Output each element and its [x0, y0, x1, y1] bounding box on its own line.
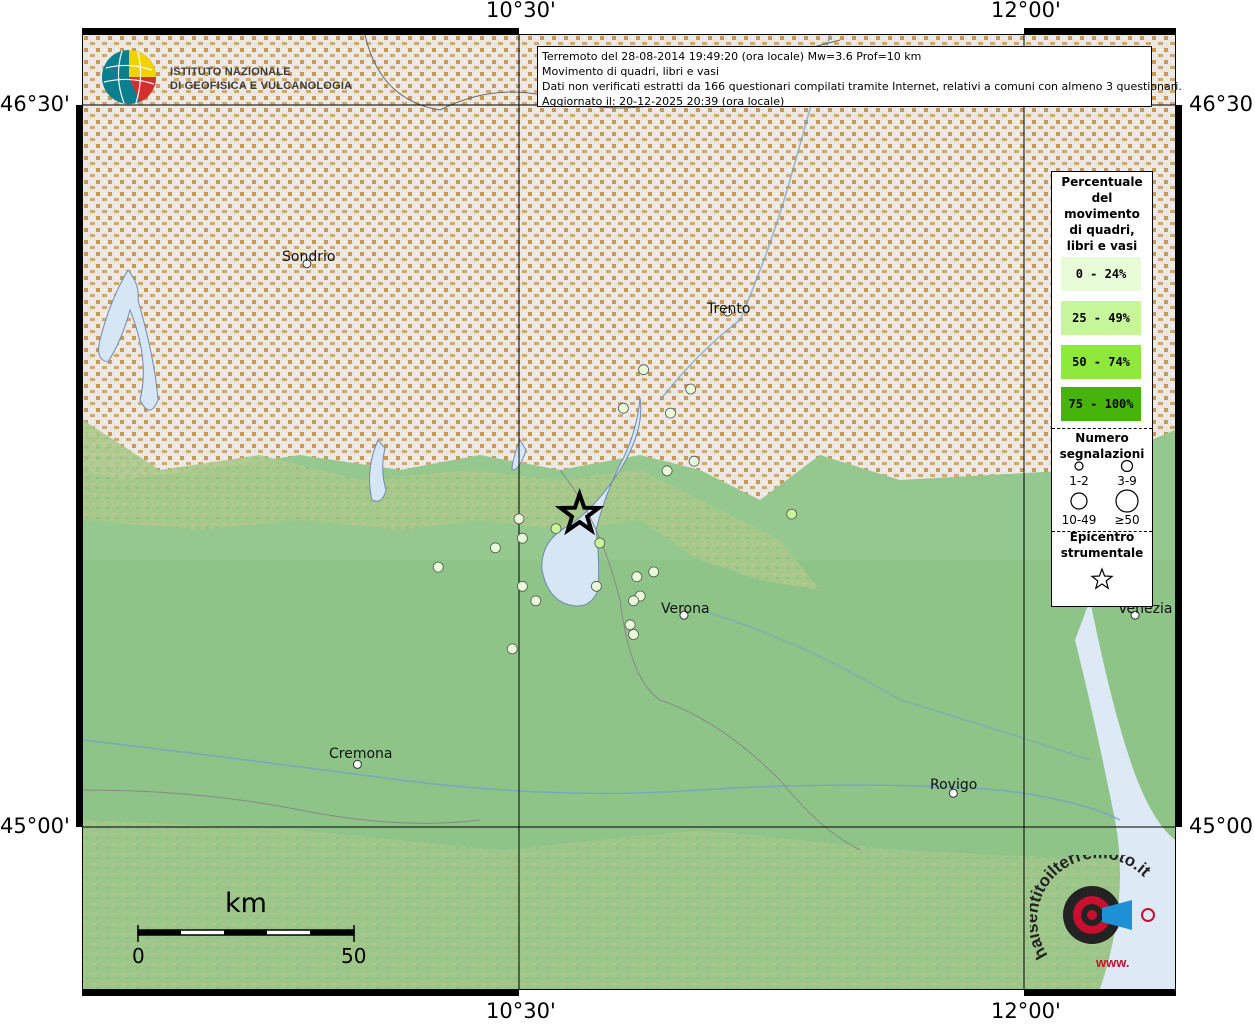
- legend-swatch-0-24: 0 - 24%: [1061, 257, 1141, 291]
- intensity-point-20: [624, 619, 636, 631]
- frame-segment-top-middle: [519, 28, 1024, 34]
- epicenter-title-1: Epicentro: [1069, 530, 1135, 544]
- scale-bar-end: 50: [341, 944, 367, 968]
- intensity-point-9: [489, 542, 501, 554]
- lat-tick-right-1: 46°30': [1189, 92, 1255, 116]
- city-label-trento: Trento: [707, 301, 751, 317]
- intensity-point-5: [688, 455, 700, 467]
- intensity-point-10: [550, 523, 562, 534]
- ingv-line-1: ISTITUTO NAZIONALE: [170, 66, 291, 78]
- info-line-parameter: Movimento di quadri, libri e vasi: [542, 65, 720, 78]
- legend-title-3: movimento: [1064, 207, 1140, 221]
- svg-text:haisentitoilterremoto.it: haisentitoilterremoto.it: [1030, 855, 1155, 963]
- frame-segment-right-top: [1176, 28, 1182, 105]
- legend-title-1: Percentuale: [1061, 175, 1143, 189]
- intensity-point-11: [594, 537, 606, 549]
- count-size-symbols: [1070, 459, 1139, 513]
- scale-bar-unit: km: [225, 888, 267, 919]
- intensity-point-21: [628, 629, 639, 640]
- info-line-event: Terremoto del 28-08-2014 19:49:20 (ora l…: [542, 50, 922, 63]
- lat-tick-right-2: 45°00': [1189, 814, 1255, 838]
- legend-star-icon: [1090, 567, 1114, 590]
- intensity-point-15: [517, 580, 528, 592]
- count-label-50-plus: ≥50: [1114, 513, 1140, 527]
- city-label-sondrio: Sondrio: [282, 249, 336, 265]
- frame-segment-left-top: [76, 28, 82, 105]
- legend-swatch-50-74: 50 - 74%: [1061, 345, 1141, 379]
- ingv-globe-icon: [102, 50, 157, 104]
- intensity-point-16: [530, 595, 542, 607]
- intensity-point-7: [513, 513, 525, 525]
- intensity-point-3: [665, 407, 676, 419]
- legend-title-5: libri e vasi: [1066, 239, 1138, 253]
- count-label-1-2: 1-2: [1069, 474, 1089, 488]
- intensity-point-8: [517, 532, 528, 544]
- city-label-rovigo: Rovigo: [930, 777, 978, 793]
- city-label-verona: Verona: [661, 601, 710, 617]
- ingv-logo-text: ISTITUTO NAZIONALE DI GEOFISICA E VULCAN…: [170, 65, 352, 93]
- info-line-updated: Aggiornato il: 20-12-2025 20:39 (ora loc…: [542, 95, 785, 108]
- intensity-point-13: [648, 566, 660, 578]
- count-title-1: Numero: [1075, 431, 1129, 445]
- intensity-point-12: [432, 561, 444, 573]
- size-symbol-medium-icon: [1120, 459, 1134, 473]
- lat-tick-left-2: 45°00': [0, 814, 70, 838]
- count-label-3-9: 3-9: [1117, 474, 1137, 488]
- intensity-point-19: [628, 595, 639, 607]
- intensity-point-23: [786, 508, 798, 520]
- info-line-source: Dati non verificati estratti da 166 ques…: [542, 80, 1182, 93]
- size-symbol-xlarge-icon: [1115, 489, 1139, 513]
- legend-title-2: del: [1091, 191, 1113, 205]
- legend-title-4: di quadri,: [1069, 223, 1135, 237]
- hsit-www: www.: [1095, 955, 1129, 970]
- intensity-point-2: [618, 402, 629, 414]
- seismic-intensity-map: ISTITUTO NAZIONALE DI GEOFISICA E VULCAN…: [0, 0, 1255, 1024]
- frame-segment-left-bottom: [76, 827, 82, 996]
- lon-tick-bottom-2: 12°00': [991, 999, 1061, 1023]
- intensity-point-6: [661, 465, 673, 477]
- legend: Percentuale del movimento di quadri, lib…: [1051, 171, 1153, 607]
- scale-bar-start: 0: [132, 944, 145, 968]
- legend-divider-1: [1052, 428, 1152, 429]
- earthquake-info-box: Terremoto del 28-08-2014 19:49:20 (ora l…: [537, 46, 1182, 108]
- lat-tick-left-1: 46°30': [0, 92, 70, 116]
- intensity-point-14: [631, 571, 643, 583]
- intensity-point-4: [685, 383, 697, 395]
- lon-tick-top-1: 10°30': [486, 0, 556, 22]
- intensity-point-17: [591, 580, 602, 592]
- hsit-logo-text: haisentitoilterremoto.it www.: [1030, 855, 1155, 970]
- frame-segment-bottom-middle: [519, 990, 1024, 996]
- lon-tick-top-2: 12°00': [991, 0, 1061, 22]
- size-symbol-large-icon: [1070, 492, 1088, 510]
- legend-swatch-75-100: 75 - 100%: [1061, 387, 1141, 421]
- size-symbol-small-icon: [1074, 461, 1084, 471]
- legend-swatch-25-49: 25 - 49%: [1061, 301, 1141, 335]
- count-label-10-49: 10-49: [1061, 513, 1097, 527]
- city-label-cremona: Cremona: [329, 746, 393, 762]
- lon-tick-bottom-1: 10°30': [486, 999, 556, 1023]
- ingv-line-2: DI GEOFISICA E VULCANOLOGIA: [170, 80, 353, 92]
- intensity-point-22: [506, 643, 518, 655]
- intensity-point-1: [638, 364, 649, 376]
- epicenter-title-2: strumentale: [1060, 546, 1144, 560]
- hsit-slogan: haisentitoilterremoto.it: [1030, 855, 1155, 963]
